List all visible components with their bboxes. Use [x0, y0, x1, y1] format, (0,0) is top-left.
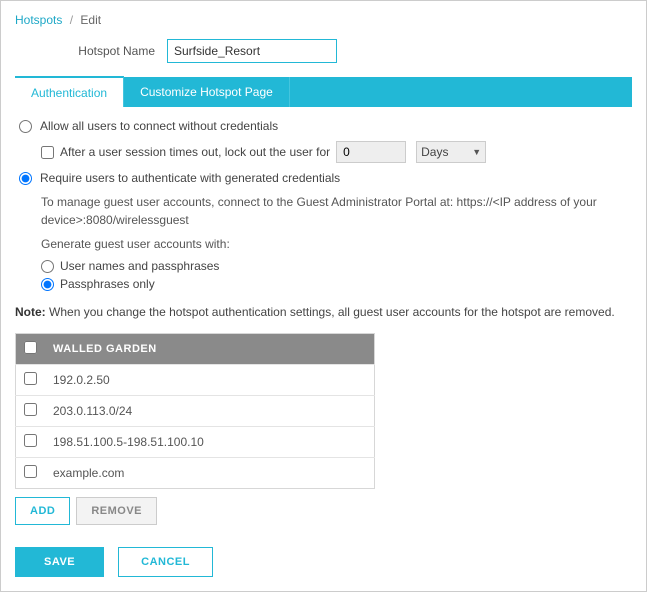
- row-value: 203.0.113.0/24: [45, 396, 375, 427]
- userpass-label: User names and passphrases: [60, 259, 219, 273]
- chevron-down-icon: ▼: [472, 147, 481, 157]
- allow-all-radio[interactable]: [19, 120, 32, 133]
- row-value: 198.51.100.5-198.51.100.10: [45, 427, 375, 458]
- walled-select-all-checkbox[interactable]: [24, 341, 37, 354]
- passonly-label: Passphrases only: [60, 277, 155, 291]
- table-row[interactable]: 198.51.100.5-198.51.100.10: [16, 427, 375, 458]
- row-checkbox[interactable]: [24, 465, 37, 478]
- breadcrumb-separator: /: [70, 13, 73, 27]
- require-auth-radio[interactable]: [19, 172, 32, 185]
- row-checkbox[interactable]: [24, 403, 37, 416]
- manage-portal-text: To manage guest user accounts, connect t…: [41, 193, 632, 229]
- row-value: example.com: [45, 458, 375, 489]
- lockout-value-input[interactable]: [336, 141, 406, 163]
- hotspot-name-input[interactable]: [167, 39, 337, 63]
- allow-all-label: Allow all users to connect without crede…: [40, 119, 278, 133]
- breadcrumb-current: Edit: [80, 13, 101, 27]
- breadcrumb: Hotspots / Edit: [15, 13, 632, 27]
- generate-accounts-text: Generate guest user accounts with:: [41, 235, 632, 253]
- note-text: When you change the hotspot authenticati…: [49, 305, 615, 319]
- breadcrumb-root-link[interactable]: Hotspots: [15, 13, 62, 27]
- passonly-radio[interactable]: [41, 278, 54, 291]
- tab-customize-hotspot-page[interactable]: Customize Hotspot Page: [124, 77, 290, 107]
- save-button[interactable]: SAVE: [15, 547, 104, 577]
- lockout-unit-select[interactable]: Days ▼: [416, 141, 486, 163]
- walled-garden-table: WALLED GARDEN 192.0.2.50 203.0.113.0/24 …: [15, 333, 375, 489]
- row-checkbox[interactable]: [24, 372, 37, 385]
- lockout-unit-value: Days: [421, 145, 448, 159]
- table-row[interactable]: 192.0.2.50: [16, 365, 375, 396]
- tab-authentication[interactable]: Authentication: [15, 76, 124, 107]
- tab-bar: Authentication Customize Hotspot Page: [15, 77, 632, 107]
- cancel-button[interactable]: CANCEL: [118, 547, 213, 577]
- lockout-label: After a user session times out, lock out…: [60, 145, 330, 159]
- userpass-radio[interactable]: [41, 260, 54, 273]
- remove-button[interactable]: REMOVE: [76, 497, 157, 525]
- require-auth-label: Require users to authenticate with gener…: [40, 171, 340, 185]
- row-value: 192.0.2.50: [45, 365, 375, 396]
- lockout-checkbox[interactable]: [41, 146, 54, 159]
- add-button[interactable]: ADD: [15, 497, 70, 525]
- row-checkbox[interactable]: [24, 434, 37, 447]
- hotspot-name-label: Hotspot Name: [55, 44, 155, 58]
- table-row[interactable]: example.com: [16, 458, 375, 489]
- note-label: Note:: [15, 305, 46, 319]
- auth-change-note: Note: When you change the hotspot authen…: [15, 305, 632, 319]
- walled-garden-header: WALLED GARDEN: [45, 334, 375, 365]
- table-row[interactable]: 203.0.113.0/24: [16, 396, 375, 427]
